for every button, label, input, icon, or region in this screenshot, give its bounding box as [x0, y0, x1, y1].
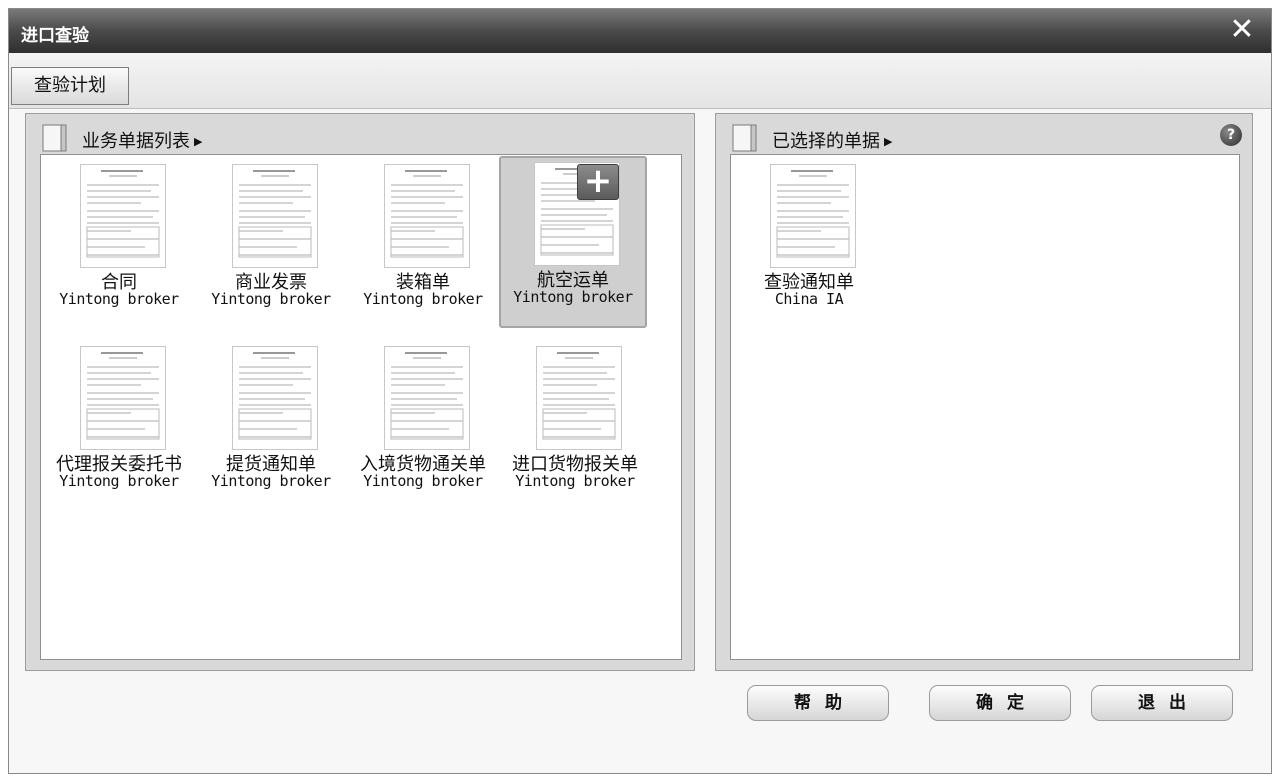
document-thumbnail-image	[233, 165, 317, 267]
document-thumbnail	[80, 346, 166, 450]
document-list: 合同 Yintong broker 商业发票 Yintong broker 装箱…	[40, 154, 682, 660]
book-icon	[732, 124, 757, 152]
document-item[interactable]: 进口货物报关单 Yintong broker	[501, 340, 649, 512]
document-owner: China IA	[774, 290, 844, 308]
document-item[interactable]: 合同 Yintong broker	[45, 158, 193, 330]
panel-title-text: 业务单据列表	[82, 131, 190, 152]
document-thumbnail-image	[233, 347, 317, 449]
book-icon	[42, 124, 67, 152]
selected-document-list: 查验通知单 China IA	[730, 154, 1240, 660]
business-documents-panel: 业务单据列表 ▶ 合同 Yintong broker 商业发票 Yintong …	[25, 113, 695, 671]
confirm-button[interactable]: 确定	[929, 685, 1071, 721]
document-thumbnail	[232, 164, 318, 268]
document-thumbnail	[80, 164, 166, 268]
document-item[interactable]: 入境货物通关单 Yintong broker	[349, 340, 497, 512]
document-thumbnail	[384, 164, 470, 268]
document-owner: Yintong broker	[363, 472, 483, 490]
document-thumbnail-image	[385, 347, 469, 449]
document-thumbnail-image	[771, 165, 855, 267]
document-owner: Yintong broker	[211, 472, 331, 490]
document-thumbnail	[536, 346, 622, 450]
document-item[interactable]: 查验通知单 China IA	[735, 158, 883, 330]
triangle-right-icon: ▶	[884, 135, 893, 148]
close-button[interactable]: ✕	[1227, 15, 1257, 45]
document-thumbnail-image	[81, 165, 165, 267]
panel-header: 已选择的单据 ▶ ?	[716, 114, 1252, 152]
document-owner: Yintong broker	[59, 472, 179, 490]
panel-title-text: 已选择的单据	[772, 131, 880, 152]
document-owner: Yintong broker	[515, 472, 635, 490]
document-thumbnail	[384, 346, 470, 450]
document-item[interactable]: + 航空运单 Yintong broker	[499, 156, 647, 328]
document-thumbnail-image	[385, 165, 469, 267]
help-button[interactable]: 帮助	[747, 685, 889, 721]
close-icon: ✕	[1229, 12, 1255, 47]
exit-button[interactable]: 退出	[1091, 685, 1233, 721]
help-icon[interactable]: ?	[1220, 124, 1242, 146]
tab-strip: 查验计划	[9, 53, 1271, 109]
document-item[interactable]: 商业发票 Yintong broker	[197, 158, 345, 330]
selected-documents-panel: 已选择的单据 ▶ ? 查验通知单 China IA	[715, 113, 1253, 671]
document-item[interactable]: 代理报关委托书 Yintong broker	[45, 340, 193, 512]
document-owner: Yintong broker	[513, 288, 633, 306]
document-thumbnail	[770, 164, 856, 268]
document-owner: Yintong broker	[363, 290, 483, 308]
document-item[interactable]: 装箱单 Yintong broker	[349, 158, 497, 330]
document-thumbnail-image	[81, 347, 165, 449]
triangle-right-icon: ▶	[194, 135, 203, 148]
document-item[interactable]: 提货通知单 Yintong broker	[197, 340, 345, 512]
document-thumbnail-image	[537, 347, 621, 449]
document-owner: Yintong broker	[211, 290, 331, 308]
panel-title: 业务单据列表 ▶	[82, 127, 202, 153]
window-title: 进口查验	[21, 26, 89, 46]
plus-icon[interactable]: +	[577, 164, 619, 200]
title-bar: 进口查验 ✕	[9, 9, 1271, 53]
tab-inspection-plan[interactable]: 查验计划	[11, 67, 129, 105]
panel-header: 业务单据列表 ▶	[26, 114, 694, 152]
document-owner: Yintong broker	[59, 290, 179, 308]
document-thumbnail	[232, 346, 318, 450]
dialog-window: 进口查验 ✕ 查验计划 业务单据列表 ▶ 合同 Yintong broker 商…	[8, 8, 1272, 774]
panel-title: 已选择的单据 ▶	[772, 127, 892, 153]
